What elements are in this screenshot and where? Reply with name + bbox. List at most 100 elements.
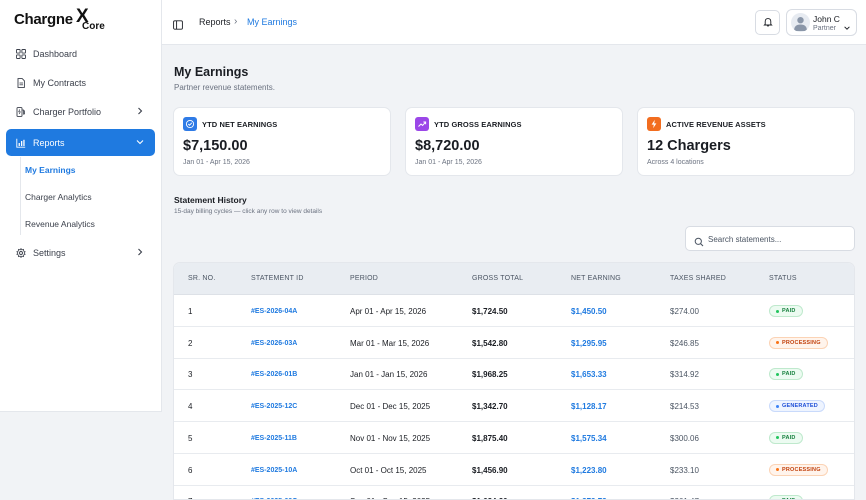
sidebar-item-dashboard[interactable]: Dashboard — [6, 40, 155, 67]
notifications-button[interactable] — [755, 10, 780, 35]
card-ytd-net-earnings: YTD NET EARNINGS $7,150.00 Jan 01 - Apr … — [173, 107, 391, 176]
row-statement-id[interactable]: #ES-2026-01B — [251, 371, 297, 378]
breadcrumb-separator: › — [234, 16, 238, 27]
check-circle-icon — [183, 117, 197, 131]
row-sr-no: 5 — [188, 433, 193, 443]
status-badge: PAID — [769, 305, 803, 317]
row-statement-id[interactable]: #ES-2025-10A — [251, 467, 297, 474]
chevron-down-icon — [843, 19, 851, 30]
bar-chart-icon — [16, 138, 26, 148]
row-statement-id[interactable]: #ES-2026-03A — [251, 340, 297, 347]
avatar — [791, 13, 810, 32]
status-badge: GENERATED — [769, 400, 825, 413]
sidebar-item-label: My Contracts — [33, 77, 87, 88]
row-net-earning: $1,653.33 — [571, 370, 607, 380]
user-menu-button[interactable]: John C Partner — [786, 9, 857, 36]
status-label: PAID — [782, 434, 796, 441]
status-dot-icon — [776, 372, 779, 376]
card-note: Across 4 locations — [647, 159, 704, 166]
row-taxes-shared: $214.53 — [670, 402, 699, 412]
card-value: $7,150.00 — [183, 138, 248, 154]
row-gross-total: $1,724.50 — [472, 307, 508, 316]
row-net-earning: $1,575.34 — [571, 433, 607, 443]
status-badge: PAID — [769, 431, 803, 444]
card-label: ACTIVE REVENUE ASSETS — [666, 120, 766, 129]
status-dot-icon — [776, 309, 779, 313]
card-ytd-gross-earnings: YTD GROSS EARNINGS $8,720.00 Jan 01 - Ap… — [405, 107, 623, 176]
table-row[interactable]: 2 #ES-2026-03A Mar 01 - Mar 15, 2026 $1,542… — [174, 327, 854, 359]
status-label: PAID — [782, 371, 796, 378]
table-header: SR. NO. STATEMENT ID PERIOD GROSS TOTAL … — [174, 263, 854, 295]
row-sr-no: 2 — [188, 338, 193, 348]
table-row[interactable]: 6 #ES-2025-10A Oct 01 - Oct 15, 2025 $1,456… — [174, 454, 854, 486]
search-input[interactable] — [708, 231, 848, 247]
status-label: PAID — [782, 308, 796, 314]
row-statement-id[interactable]: #ES-2026-04A — [251, 308, 297, 315]
sidebar-subitem-charger-analytics[interactable]: Charger Analytics — [25, 192, 92, 202]
user-role: Partner — [813, 25, 836, 32]
column-header: SR. NO. — [188, 275, 216, 282]
row-taxes-shared: $274.00 — [670, 307, 699, 316]
chevron-right-icon — [135, 106, 145, 116]
page-subtitle: Partner revenue statements. — [174, 83, 275, 92]
table-row[interactable]: 4 #ES-2025-12C Dec 01 - Dec 15, 2025 $1,342… — [174, 390, 854, 423]
row-taxes-shared: $314.92 — [670, 370, 699, 380]
statements-table: SR. NO. STATEMENT ID PERIOD GROSS TOTAL … — [173, 262, 855, 500]
row-net-earning: $1,128.17 — [571, 402, 607, 412]
bell-icon — [762, 14, 773, 32]
row-period: Dec 01 - Dec 15, 2025 — [350, 402, 431, 412]
page-title: My Earnings — [174, 65, 249, 79]
row-statement-id[interactable]: #ES-2025-11B — [251, 435, 297, 442]
table-row[interactable]: 5 #ES-2025-11B Nov 01 - Nov 15, 2025 $1,875… — [174, 422, 854, 454]
row-net-earning: $1,450.50 — [571, 307, 607, 316]
card-value: 12 Chargers — [647, 138, 731, 154]
row-taxes-shared: $233.10 — [670, 465, 699, 475]
row-period: Apr 01 - Apr 15, 2026 — [350, 307, 427, 316]
table-row[interactable]: 7#ES-2025-09CSep 01 - Sep 15, 2025$1,634… — [174, 485, 854, 499]
search-icon — [694, 234, 704, 247]
sidebar-subitem-my-earnings[interactable]: My Earnings — [25, 165, 76, 175]
row-net-earning: $1,295.95 — [571, 338, 607, 348]
row-sr-no: 4 — [188, 402, 193, 412]
brand-name: Chargne — [14, 11, 73, 28]
search-box — [685, 226, 855, 251]
statement-history-subtitle: 15-day billing cycles — click any row to… — [174, 208, 323, 215]
row-sr-no: 6 — [188, 465, 193, 475]
row-period: Mar 01 - Mar 15, 2026 — [350, 338, 430, 348]
status-label: PROCESSING — [782, 339, 821, 346]
column-header: GROSS TOTAL — [472, 275, 524, 282]
status-dot-icon — [776, 436, 779, 440]
ev-charger-icon — [16, 106, 26, 117]
sidebar-subitem-revenue-analytics[interactable]: Revenue Analytics — [25, 219, 95, 229]
row-period: Oct 01 - Oct 15, 2025 — [350, 465, 427, 475]
statement-history-title: Statement History — [174, 195, 247, 205]
sidebar-item-reports[interactable]: Reports — [6, 129, 155, 156]
gear-icon — [16, 247, 26, 258]
card-active-revenue-assets: ACTIVE REVENUE ASSETS 12 Chargers Across… — [637, 107, 855, 176]
sidebar-toggle-icon[interactable] — [173, 17, 183, 30]
breadcrumb-reports[interactable]: Reports — [199, 17, 231, 27]
sidebar-item-settings[interactable]: Settings — [6, 239, 155, 266]
column-header: STATEMENT ID — [251, 275, 304, 282]
table-row[interactable]: 1 #ES-2026-04A Apr 01 - Apr 15, 2026 $1,724… — [174, 295, 854, 327]
card-note: Jan 01 - Apr 15, 2026 — [183, 159, 250, 166]
row-sr-no: 3 — [188, 370, 193, 380]
status-badge: PAID — [769, 368, 803, 381]
column-header: NET EARNING — [571, 275, 621, 282]
row-net-earning: $1,223.80 — [571, 465, 607, 475]
card-note: Jan 01 - Apr 15, 2026 — [415, 159, 482, 166]
chevron-right-icon — [135, 247, 145, 257]
sidebar-item-my-contracts[interactable]: My Contracts — [6, 69, 155, 96]
row-statement-id[interactable]: #ES-2025-12C — [251, 403, 297, 410]
status-label: PROCESSING — [782, 466, 821, 473]
column-header: STATUS — [769, 275, 797, 282]
brand-logo[interactable]: Chargne X Core — [14, 6, 144, 35]
row-gross-total: $1,968.25 — [472, 370, 508, 380]
sidebar-item-charger-portfolio[interactable]: Charger Portfolio — [6, 98, 155, 125]
row-gross-total: $1,542.80 — [472, 338, 508, 348]
sidebar-item-label: Charger Portfolio — [33, 106, 102, 117]
grid-icon — [16, 48, 26, 59]
column-header: TAXES SHARED — [670, 275, 726, 282]
table-row[interactable]: 3 #ES-2026-01B Jan 01 - Jan 15, 2026 $1,968… — [174, 358, 854, 391]
sidebar: Chargne X Core Dashboard My Contracts Ch… — [0, 0, 162, 412]
